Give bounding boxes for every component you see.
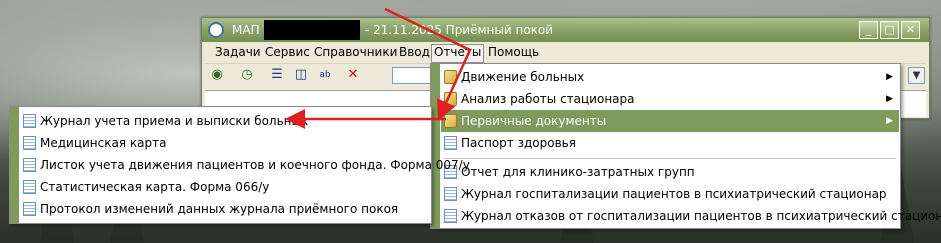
annotation-arrow-to-primary-docs [437, 49, 472, 121]
annotation-arrows [285, 7, 472, 129]
annotation-arrow-to-reports [384, 7, 471, 52]
